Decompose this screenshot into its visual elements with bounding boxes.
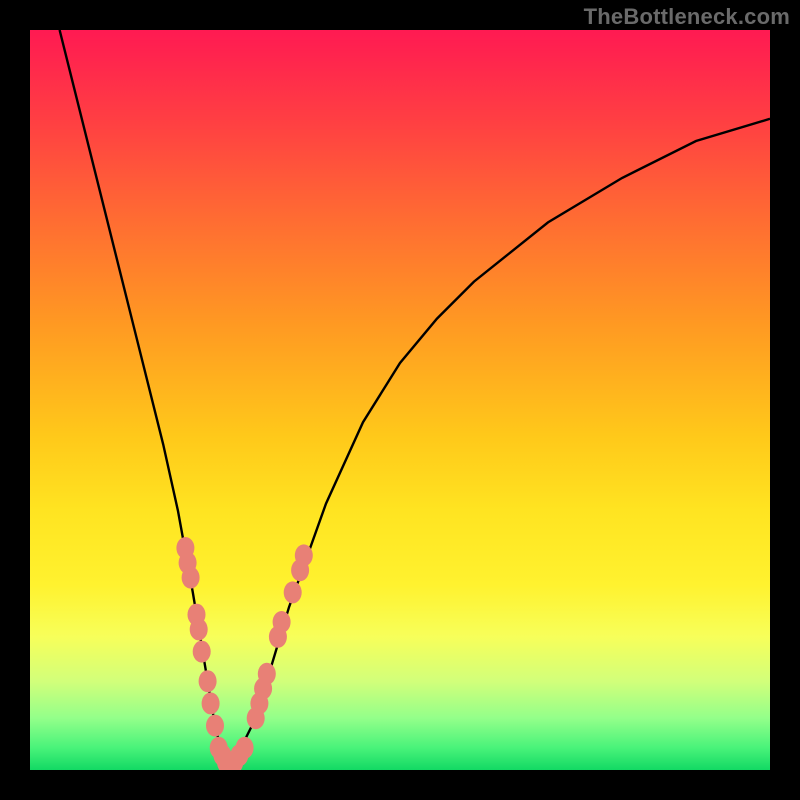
curve-marker <box>273 611 291 633</box>
bottleneck-curve <box>60 30 770 763</box>
curve-marker <box>199 670 217 692</box>
curve-marker <box>182 567 200 589</box>
marker-layer <box>176 537 312 770</box>
curve-marker <box>206 715 224 737</box>
curve-marker <box>202 692 220 714</box>
chart-frame: TheBottleneck.com <box>0 0 800 800</box>
curve-marker <box>284 581 302 603</box>
watermark-text: TheBottleneck.com <box>584 4 790 30</box>
curve-marker <box>190 618 208 640</box>
curve-marker <box>295 544 313 566</box>
plot-area <box>30 30 770 770</box>
curve-svg <box>30 30 770 770</box>
curve-marker <box>236 737 254 759</box>
curve-marker <box>258 663 276 685</box>
curve-marker <box>193 641 211 663</box>
